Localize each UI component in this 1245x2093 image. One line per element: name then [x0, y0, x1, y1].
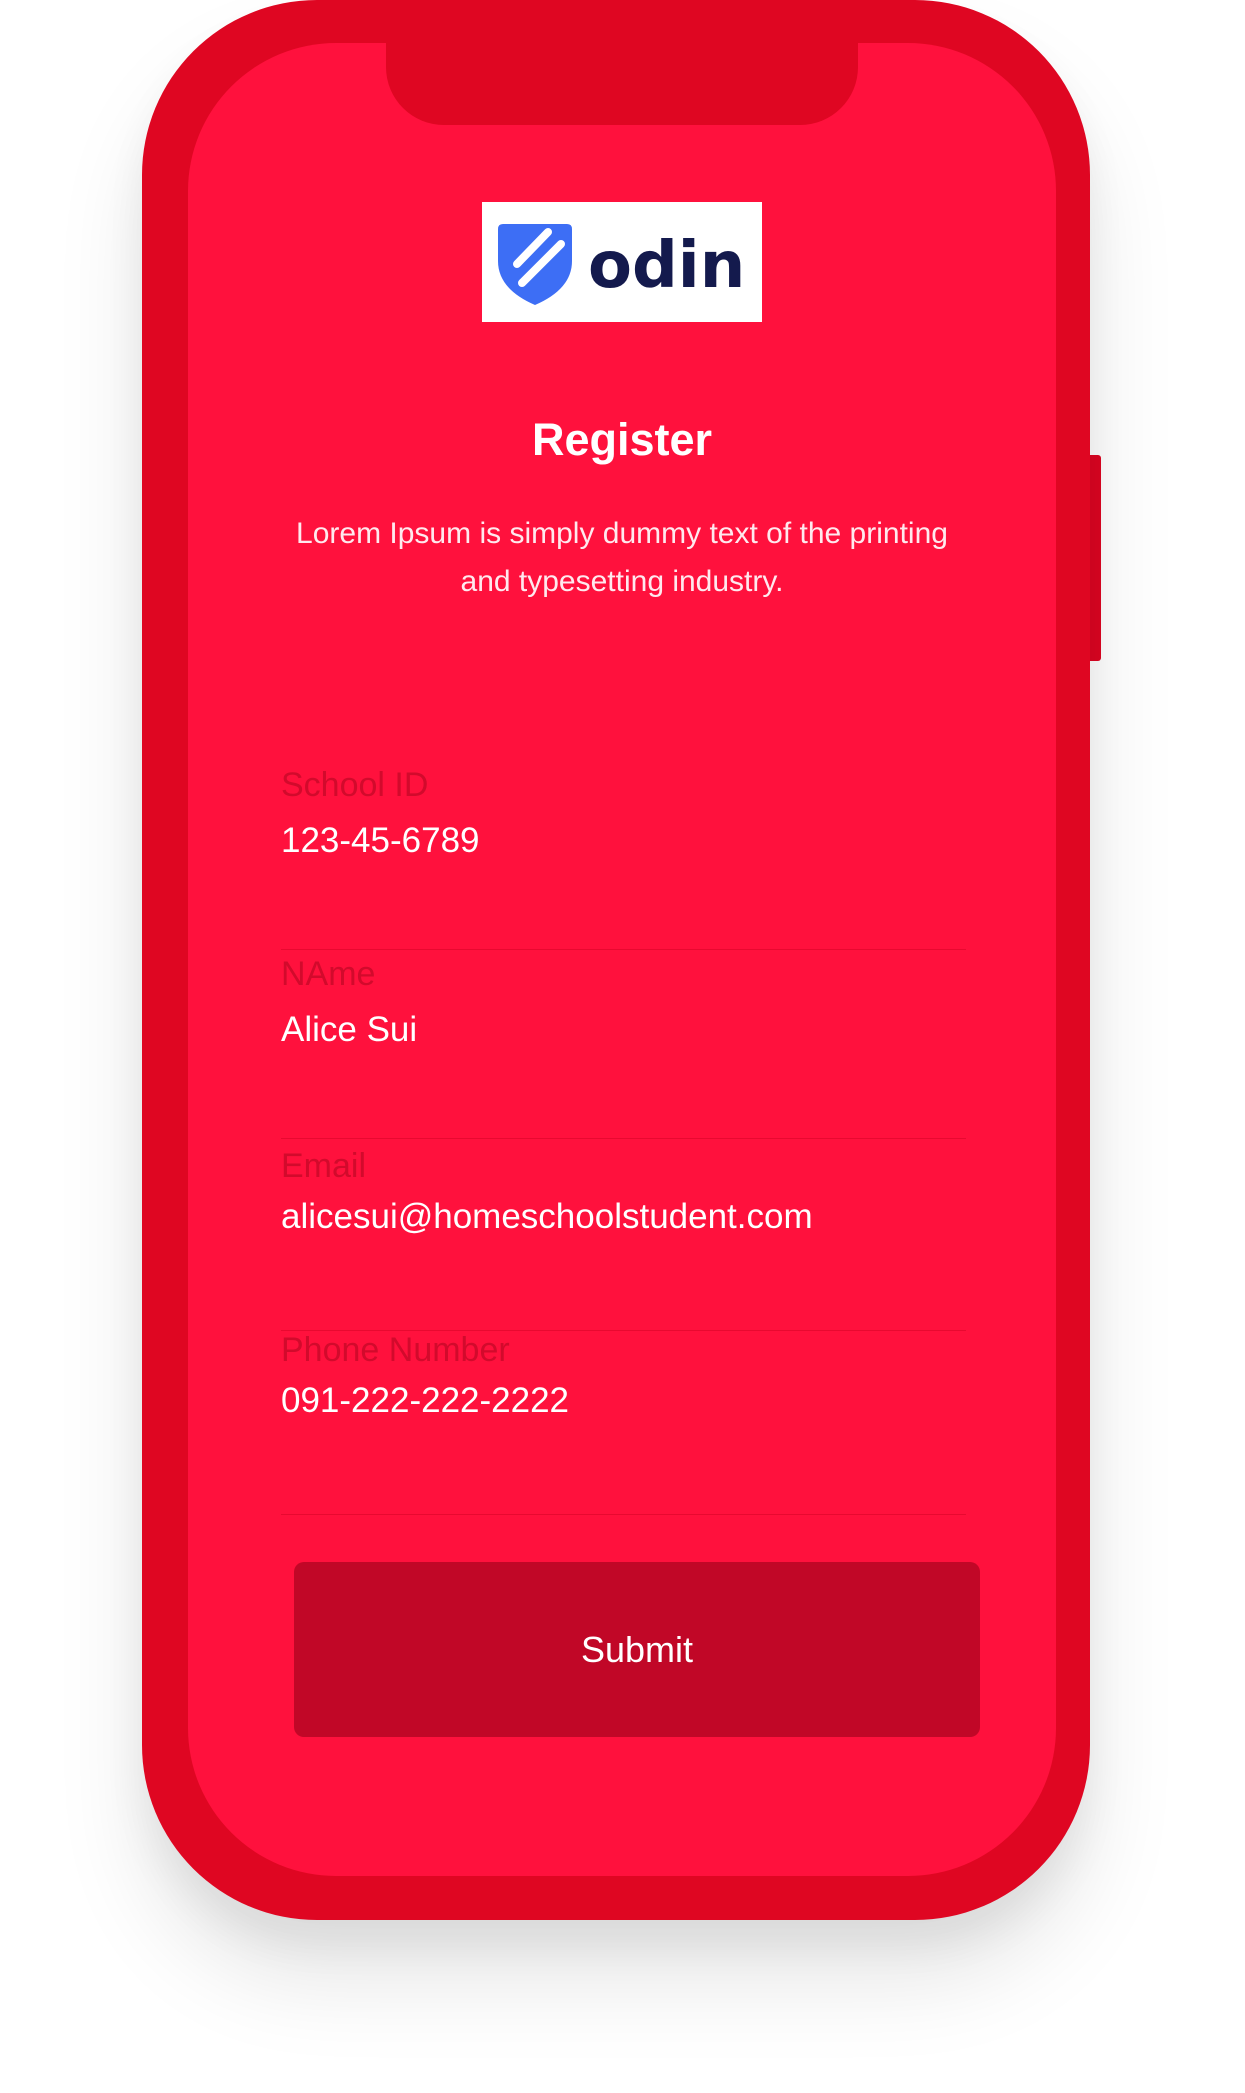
odin-logo: odin — [482, 202, 762, 322]
phone-screen: odin Register Lorem Ipsum is simply dumm… — [188, 43, 1056, 1876]
name-field[interactable]: NAme Alice Sui — [281, 954, 966, 1139]
name-label: NAme — [281, 955, 376, 993]
phone-notch — [386, 43, 858, 125]
school-id-input[interactable]: 123-45-6789 — [281, 820, 480, 862]
shield-icon — [498, 224, 572, 305]
logo-text: odin — [588, 229, 745, 303]
page-subtitle: Lorem Ipsum is simply dummy text of the … — [296, 517, 948, 598]
phone-number-input[interactable]: 091-222-222-2222 — [281, 1380, 569, 1422]
email-field[interactable]: Email alicesui@homeschoolstudent.com — [281, 1146, 966, 1331]
mockup-stage: odin Register Lorem Ipsum is simply dumm… — [0, 0, 1245, 2093]
phone-number-field[interactable]: Phone Number 091-222-222-2222 — [281, 1330, 966, 1515]
page-title: Register — [531, 414, 713, 465]
phone-number-label: Phone Number — [281, 1331, 510, 1369]
phone-side-button — [1089, 455, 1101, 661]
email-label: Email — [281, 1147, 367, 1185]
school-id-label: School ID — [281, 766, 429, 804]
name-input[interactable]: Alice Sui — [281, 1009, 417, 1051]
odin-logo-graphic: odin — [498, 224, 745, 305]
email-input[interactable]: alicesui@homeschoolstudent.com — [281, 1196, 813, 1238]
submit-button[interactable]: Submit — [294, 1562, 980, 1737]
school-id-field[interactable]: School ID 123-45-6789 — [281, 765, 966, 950]
